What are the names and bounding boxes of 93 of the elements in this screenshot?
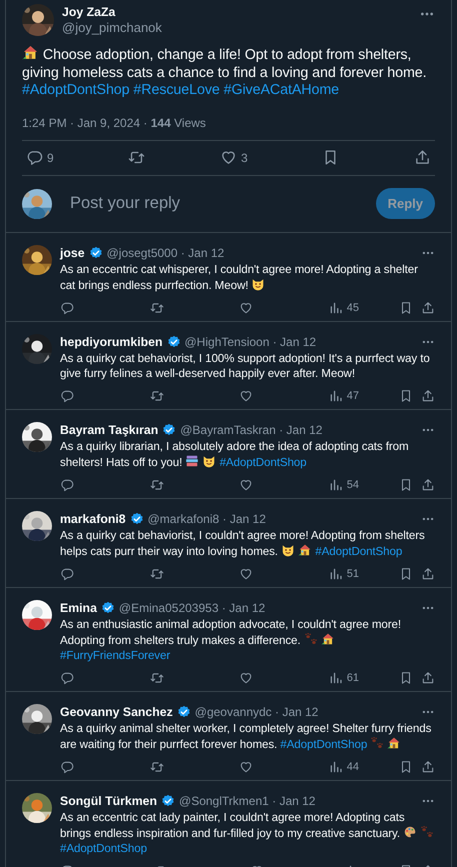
share-icon[interactable] [421, 300, 435, 314]
view-count: 61 [346, 670, 359, 684]
author-handle: @markafoni8 · Jan 12 [148, 510, 267, 526]
heart-icon[interactable] [239, 566, 254, 580]
share-icon[interactable] [421, 760, 435, 774]
reply-text: As a quirky cat behaviorist, I couldn't agree more! Adopting from shelters helps cats purr their way into loving homes. #AdoptDontShop [60, 528, 426, 558]
author-handle: @BayramTaskran · Jan 12 [180, 422, 324, 438]
view-count: 54 [346, 478, 359, 492]
retweet-icon[interactable] [128, 149, 146, 166]
hashtag-link[interactable]: #AdoptDontShop [220, 456, 306, 468]
paw-prints-icon [304, 632, 318, 646]
author-name: markafoni8 [60, 510, 126, 526]
bar-chart-icon[interactable] [328, 478, 343, 492]
retweet-icon[interactable] [150, 388, 164, 402]
heart-icon[interactable] [239, 760, 254, 774]
reply-icon[interactable] [60, 670, 74, 684]
hashtag-link[interactable]: #GiveACatAHome [224, 82, 340, 98]
retweet-icon[interactable] [150, 566, 164, 580]
hashtag-link[interactable]: #FurryFriendsForever [60, 648, 170, 662]
reply-icon[interactable] [60, 478, 74, 492]
share-icon[interactable] [421, 478, 435, 492]
reply-text: As a quirky animal shelter worker, I completely agree! Shelter furry friends are waiting for their purrfect forever homes. #AdoptDontShop [60, 720, 432, 752]
post-text: Choose adoption, change a life! Opt to adopt from shelters, giving homeless cats a chance to find a loving and forever home. #AdoptDontShop #RescueLove #GiveACatAHome [22, 44, 435, 100]
bookmark-icon[interactable] [399, 670, 413, 684]
bar-chart-icon[interactable] [328, 566, 343, 580]
bar-chart-icon[interactable] [328, 388, 343, 402]
bookmark-icon[interactable] [399, 760, 413, 774]
reply-icon[interactable] [26, 149, 43, 166]
reply-text: As an enthusiastic animal adoption advocate, I couldn't agree more! Adopting from shelters truly makes a difference. #FurryFriendsForever [60, 616, 402, 662]
author-name: Emina [60, 600, 97, 616]
house-icon [387, 736, 402, 750]
bookmark-icon[interactable] [399, 300, 413, 314]
author-name: Geovanny Sanchez [60, 704, 173, 720]
bookmark-icon[interactable] [399, 388, 413, 402]
view-count: 45 [346, 300, 359, 314]
reply-icon[interactable] [60, 566, 74, 580]
reply-icon[interactable] [60, 300, 74, 314]
author-handle: @SonglTrkmen1 · Jan 12 [179, 792, 316, 808]
reply-text: As a quirky librarian, I absolutely adore the idea of adopting cats from shelters! Hats off to you! #AdoptDontShop [60, 438, 410, 470]
bookmark-icon[interactable] [399, 478, 413, 492]
reply-text: As an eccentric cat whisperer, I couldn't agree more! Adopting a shelter cat brings endless purrfection. Meow! [60, 262, 419, 292]
reply-text: As a quirky cat behaviorist, I 100% support adoption! It's a purrfect way to give furry felines a well-deserved happily ever after. Meow! [60, 350, 431, 380]
share-icon[interactable] [414, 149, 431, 166]
hashtag-link[interactable]: #AdoptDontShop [60, 842, 147, 854]
reply-icon[interactable] [60, 388, 74, 402]
cat-face-icon [251, 276, 266, 290]
reply-icon[interactable] [60, 760, 74, 774]
paw-prints-icon [370, 736, 384, 750]
author-handle: @joy_pimchanok [62, 20, 163, 36]
hashtag-link[interactable]: #AdoptDontShop [280, 738, 368, 750]
bookmark-icon[interactable] [399, 566, 413, 580]
author-name: Bayram Taşkıran [60, 422, 158, 438]
view-count: 44 [346, 760, 359, 774]
heart-icon[interactable] [239, 670, 254, 684]
heart-icon[interactable] [239, 478, 254, 492]
hashtag-link[interactable]: #AdoptDontShop [315, 544, 402, 558]
heart-icon[interactable] [239, 300, 254, 314]
retweet-icon[interactable] [150, 478, 164, 492]
cat-face-icon [202, 454, 216, 468]
share-icon[interactable] [421, 388, 435, 402]
books-icon [185, 454, 200, 468]
retweet-icon[interactable] [150, 300, 164, 314]
author-handle: @Emina05203953 · Jan 12 [118, 600, 266, 616]
author-handle: @josegt5000 · Jan 12 [106, 244, 226, 260]
retweet-icon[interactable] [150, 670, 164, 684]
view-count: 47 [346, 388, 359, 402]
retweet-icon[interactable] [150, 760, 164, 774]
heart-icon[interactable] [220, 149, 237, 166]
house-icon [22, 44, 39, 61]
like-count: 3 [241, 150, 248, 164]
hashtag-link[interactable]: #AdoptDontShop [22, 82, 130, 98]
house-icon [298, 542, 312, 556]
post-timestamp: 1:24 PM · Jan 9, 2024 · 144 Views [22, 114, 207, 132]
author-handle: @HighTensioon · Jan 12 [184, 334, 318, 350]
author-name: hepdiyorumkiben [60, 334, 162, 350]
view-count: 51 [346, 566, 359, 580]
heart-icon[interactable] [239, 388, 254, 402]
hashtag-link[interactable]: #RescueLove [133, 82, 220, 98]
reply-text: As an eccentric cat lady painter, I couldn't agree more! Adopting cats brings endless inspiration and fur-filled joy to my creative sanctuary. #AdoptDontShop [60, 810, 435, 856]
author-handle: @geovannydc · Jan 12 [194, 704, 320, 720]
paw-prints-icon [420, 824, 434, 838]
share-icon[interactable] [421, 670, 435, 684]
reply-count: 9 [47, 150, 54, 164]
share-icon[interactable] [421, 566, 435, 580]
bar-chart-icon[interactable] [328, 760, 343, 774]
cat-face-icon [281, 542, 296, 556]
house-icon [320, 632, 335, 646]
author-name: jose [60, 244, 85, 260]
author-name: Joy ZaZa [62, 4, 116, 20]
author-name: Songül Türkmen [60, 792, 158, 808]
bar-chart-icon[interactable] [328, 670, 343, 684]
bar-chart-icon[interactable] [328, 300, 343, 314]
palette-icon [403, 824, 418, 838]
